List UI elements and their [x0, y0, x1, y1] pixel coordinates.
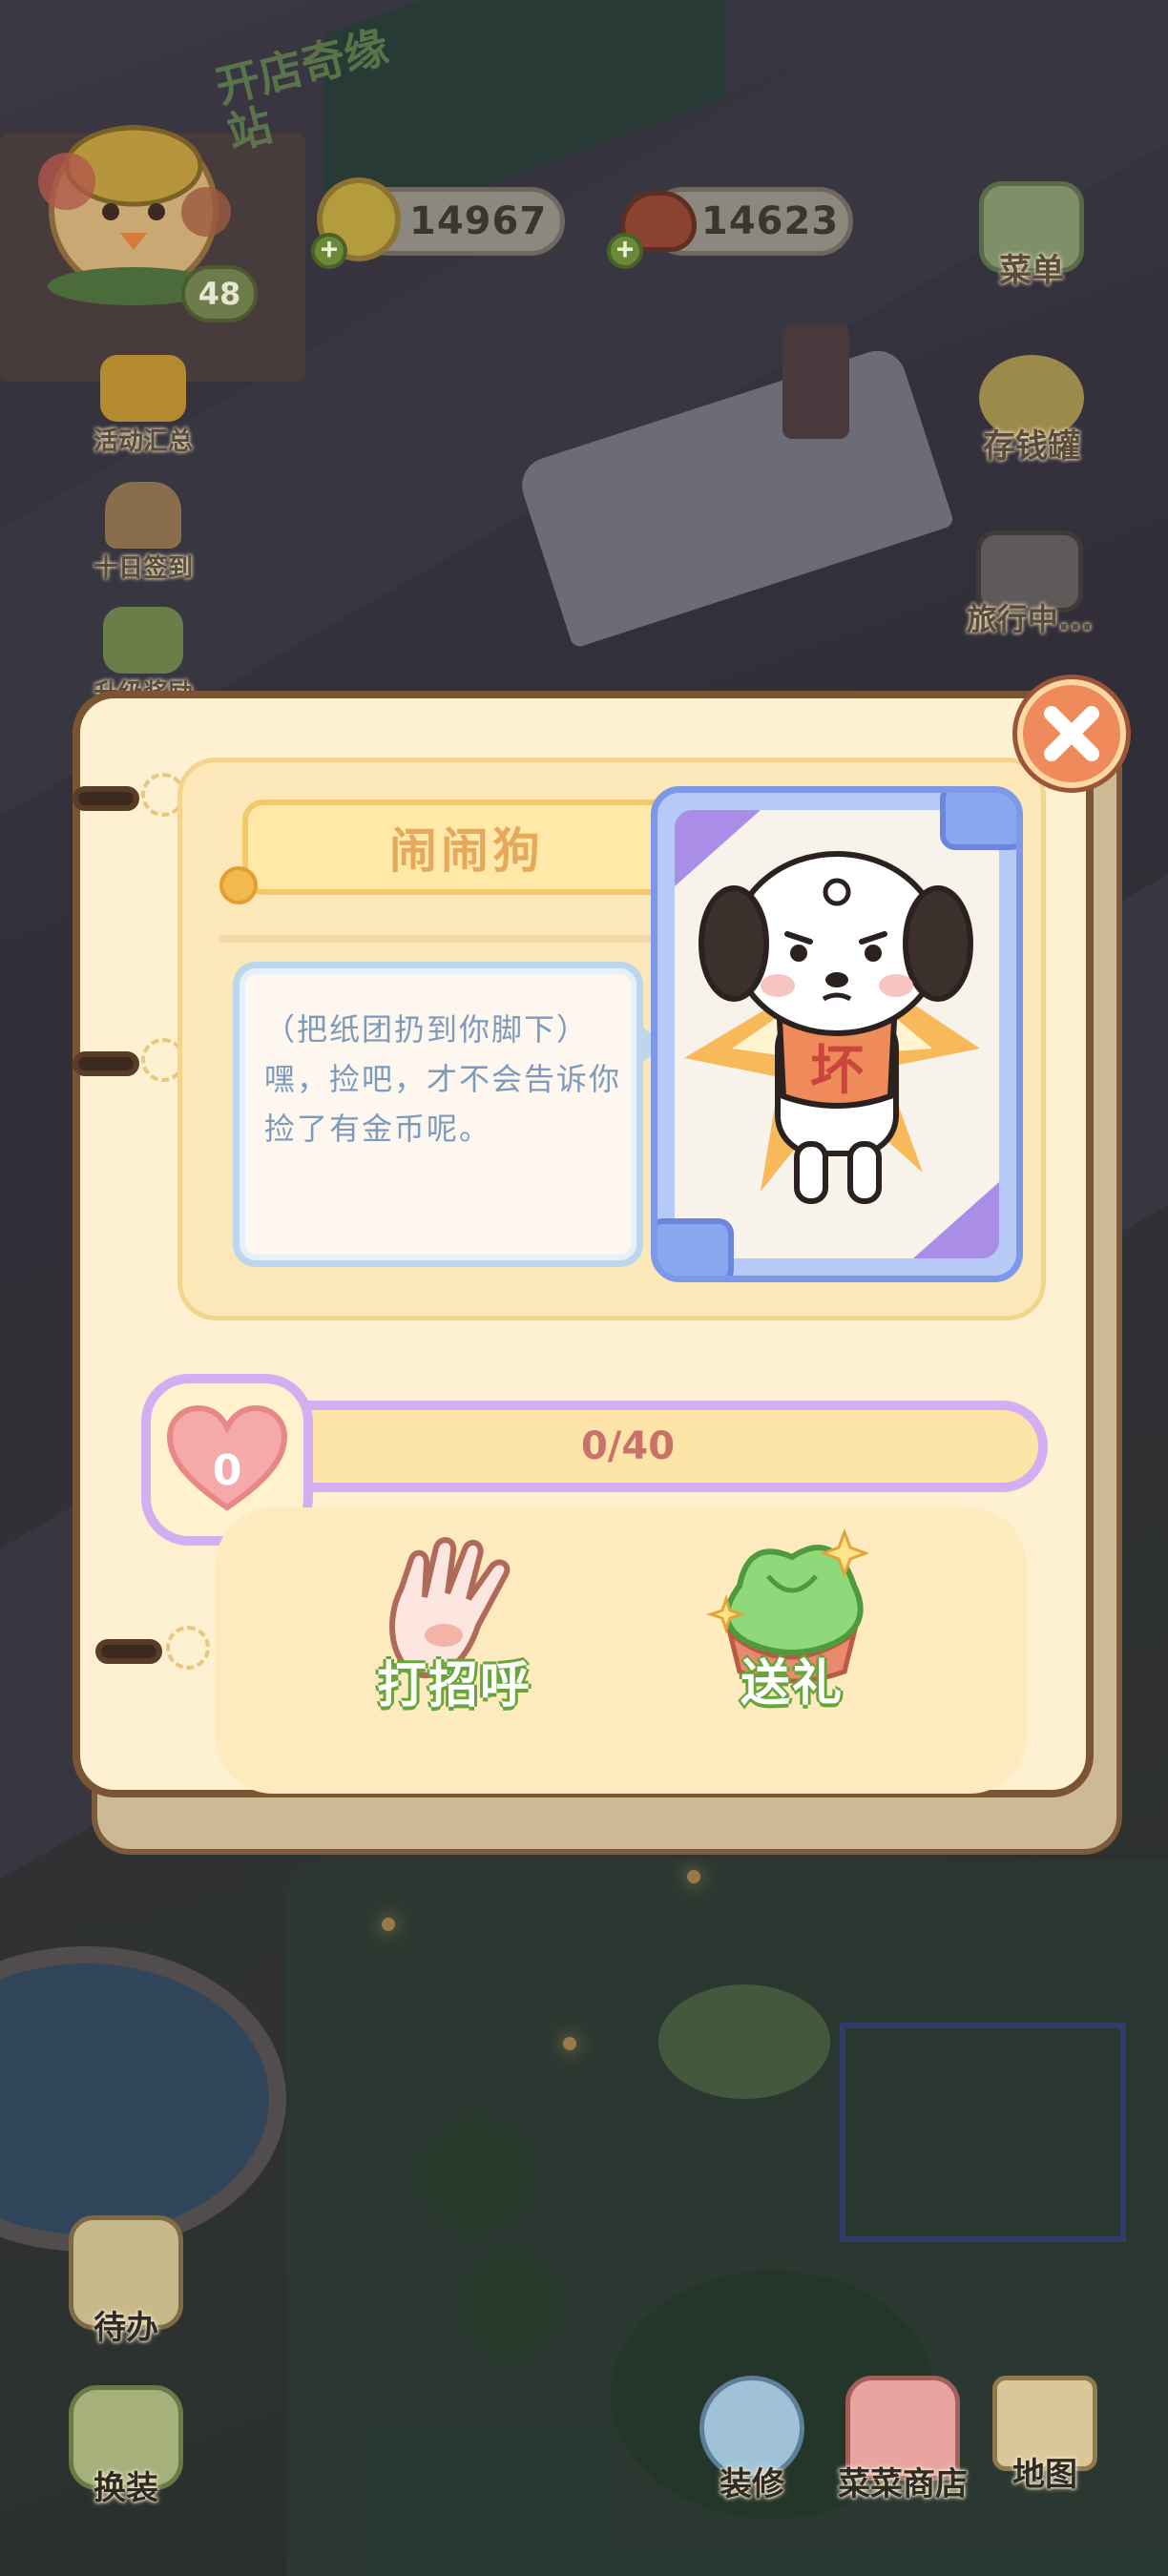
- shop-label: 菜菜商店: [838, 2465, 968, 2503]
- action-panel: [216, 1507, 1027, 1794]
- level-badge: 48: [181, 265, 258, 322]
- ring-hole: [166, 1626, 210, 1670]
- wardrobe-label: 换装: [94, 2469, 158, 2507]
- ring: [95, 1639, 162, 1664]
- add-meat-button[interactable]: +: [607, 233, 643, 269]
- pin-icon: [219, 866, 258, 904]
- character-dialog: 闹闹狗 （把纸团扔到你脚下）嘿，捡吧，才不会告诉你捡了有金币呢。 坏 0/40 …: [53, 672, 1126, 1855]
- divider: [219, 935, 706, 943]
- event-gift-icon: [100, 355, 186, 422]
- events-summary-button[interactable]: 活动汇总: [86, 355, 200, 457]
- gift-button[interactable]: 送礼: [687, 1519, 897, 1714]
- portrait-background: 坏: [675, 810, 999, 1258]
- portrait-corner: [940, 793, 1016, 850]
- add-coin-button[interactable]: +: [311, 233, 347, 269]
- heart-count: 0: [212, 1446, 242, 1495]
- piggy-bank-button[interactable]: 存钱罐: [968, 355, 1095, 467]
- affection-bar: 0/40 0: [141, 1374, 1057, 1546]
- menu-button[interactable]: 菜单: [970, 181, 1094, 291]
- travel-button[interactable]: 旅行中...: [958, 530, 1101, 639]
- speech-text: （把纸团扔到你脚下）嘿，捡吧，才不会告诉你捡了有金币呢。: [264, 1011, 622, 1147]
- decorate-label: 装修: [720, 2465, 784, 2503]
- map-button[interactable]: 地图: [983, 2376, 1107, 2495]
- character-portrait: 坏: [651, 786, 1023, 1282]
- affection-progress-text: 0/40: [580, 1424, 676, 1468]
- events-summary-label: 活动汇总: [93, 427, 193, 456]
- speech-bubble: （把纸团扔到你脚下）嘿，捡吧，才不会告诉你捡了有金币呢。: [233, 962, 665, 1267]
- greet-label: 打招呼: [376, 1657, 532, 1714]
- shirt-character: 坏: [810, 1040, 864, 1102]
- player-avatar[interactable]: 开店奇缘站 48: [29, 21, 393, 322]
- close-icon: [1044, 706, 1099, 761]
- ring: [73, 1051, 139, 1076]
- shop-button[interactable]: 菜菜商店: [826, 2376, 979, 2504]
- character-name-plate: 闹闹狗: [219, 800, 691, 904]
- checkin-label: 十日签到: [93, 554, 193, 583]
- travel-label: 旅行中...: [966, 601, 1094, 637]
- checkin-basket-icon: [105, 482, 181, 549]
- portrait-corner: [657, 1218, 734, 1276]
- todo-label: 待办: [94, 2309, 158, 2347]
- level-reward-icon: [103, 607, 183, 674]
- checkin-button[interactable]: 十日签到: [86, 482, 200, 584]
- menu-label: 菜单: [999, 252, 1064, 290]
- coin-amount: 14967: [409, 199, 548, 243]
- close-button[interactable]: [1017, 679, 1126, 788]
- decorate-button[interactable]: 装修: [685, 2376, 819, 2504]
- dog-character-icon: 坏: [675, 810, 999, 1258]
- todo-button[interactable]: 待办: [59, 2215, 193, 2348]
- ring: [73, 786, 139, 811]
- meat-amount: 14623: [701, 199, 840, 243]
- character-name: 闹闹狗: [389, 823, 544, 879]
- level-text: 48: [198, 276, 241, 312]
- map-label: 地图: [1012, 2456, 1077, 2494]
- gift-label: 送礼: [740, 1655, 844, 1713]
- piggy-bank-label: 存钱罐: [983, 427, 1080, 466]
- greet-button[interactable]: 打招呼: [349, 1530, 559, 1716]
- wardrobe-button[interactable]: 换装: [59, 2385, 193, 2508]
- affection-progress: 0/40: [208, 1401, 1048, 1492]
